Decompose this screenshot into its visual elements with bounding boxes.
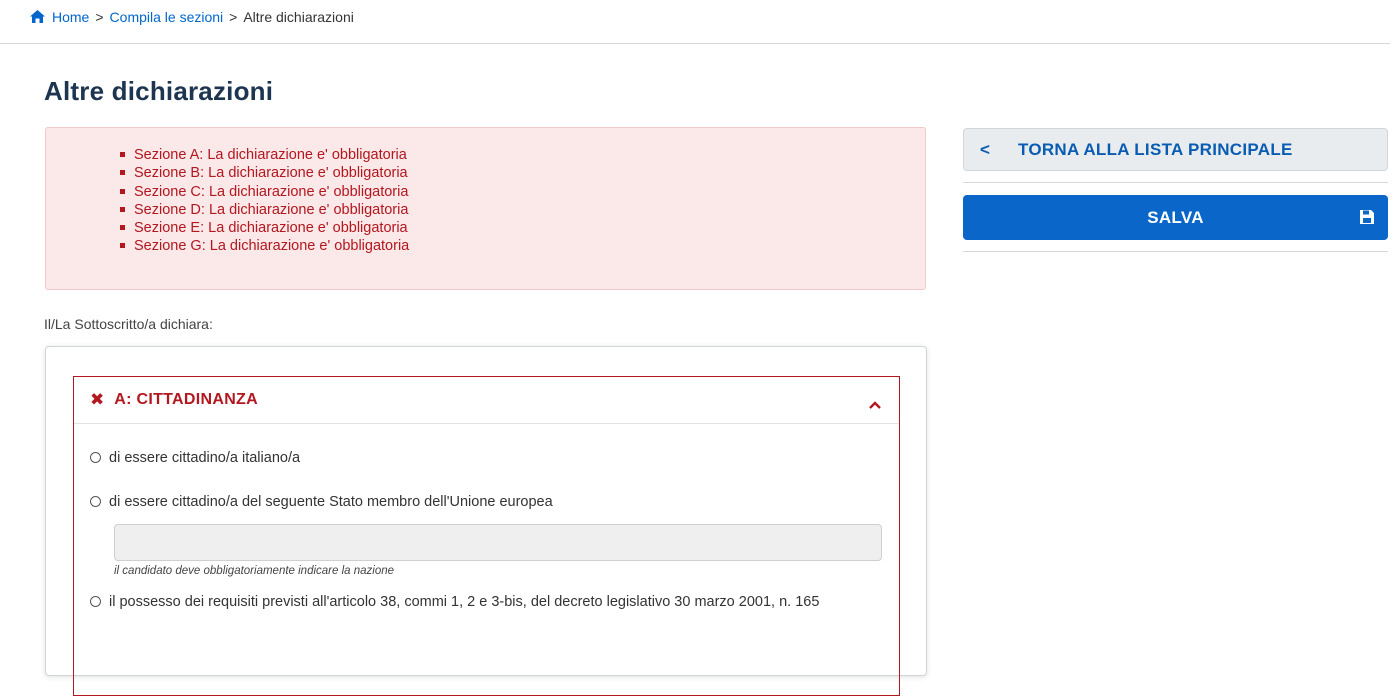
error-item: Sezione B: La dichiarazione e' obbligato… xyxy=(120,164,925,182)
divider xyxy=(963,251,1388,252)
option-label: di essere cittadino/a del seguente Stato… xyxy=(109,494,553,510)
save-button[interactable]: SALVA xyxy=(963,195,1388,240)
save-button-label: SALVA xyxy=(1147,207,1204,227)
nation-input[interactable] xyxy=(114,524,882,561)
breadcrumb-sections-link[interactable]: Compila le sezioni xyxy=(110,9,224,25)
error-item: Sezione E: La dichiarazione e' obbligato… xyxy=(120,219,925,237)
error-item: Sezione A: La dichiarazione e' obbligato… xyxy=(120,146,925,164)
error-item: Sezione C: La dichiarazione e' obbligato… xyxy=(120,183,925,201)
breadcrumb-separator: > xyxy=(95,8,104,25)
radio-button[interactable] xyxy=(90,452,101,463)
error-item: Sezione D: La dichiarazione e' obbligato… xyxy=(120,201,925,219)
declarations-card: ✖ A: CITTADINANZA di essere cittadino/a … xyxy=(45,346,927,696)
section-a-title: A: CITTADINANZA xyxy=(114,391,258,408)
home-icon[interactable] xyxy=(30,10,45,23)
intro-label: Il/La Sottoscritto/a dichiara: xyxy=(44,316,213,332)
option-label: di essere cittadino/a italiano/a xyxy=(109,450,301,466)
breadcrumb-current: Altre dichiarazioni xyxy=(243,8,354,25)
breadcrumb-home-link[interactable]: Home xyxy=(52,9,89,25)
chevron-up-icon[interactable] xyxy=(869,396,881,409)
option-requirements[interactable]: il possesso dei requisiti previsti all'a… xyxy=(90,593,849,612)
breadcrumb: Home > Compila le sezioni > Altre dichia… xyxy=(0,0,1390,44)
page-title: Altre dichiarazioni xyxy=(44,76,274,106)
error-item: Sezione G: La dichiarazione e' obbligato… xyxy=(120,237,925,255)
error-summary: Sezione A: La dichiarazione e' obbligato… xyxy=(45,127,926,290)
option-italian-citizen[interactable]: di essere cittadino/a italiano/a xyxy=(90,449,849,468)
section-a-panel: ✖ A: CITTADINANZA di essere cittadino/a … xyxy=(73,376,900,696)
back-button-label: TORNA ALLA LISTA PRINCIPALE xyxy=(1017,139,1293,159)
option-eu-citizen[interactable]: di essere cittadino/a del seguente Stato… xyxy=(90,493,849,512)
option-label: il possesso dei requisiti previsti all'a… xyxy=(109,594,820,610)
breadcrumb-separator: > xyxy=(229,8,238,25)
radio-button[interactable] xyxy=(90,496,101,507)
divider xyxy=(963,182,1388,183)
section-a-header[interactable]: ✖ A: CITTADINANZA xyxy=(74,377,899,424)
chevron-left-icon: < xyxy=(980,139,990,159)
error-x-icon: ✖ xyxy=(90,390,105,409)
nation-hint: il candidato deve obbligatoriamente indi… xyxy=(114,565,395,577)
back-to-main-list-button[interactable]: < TORNA ALLA LISTA PRINCIPALE xyxy=(963,128,1388,171)
floppy-disk-icon xyxy=(1360,210,1374,224)
radio-button[interactable] xyxy=(90,596,101,607)
